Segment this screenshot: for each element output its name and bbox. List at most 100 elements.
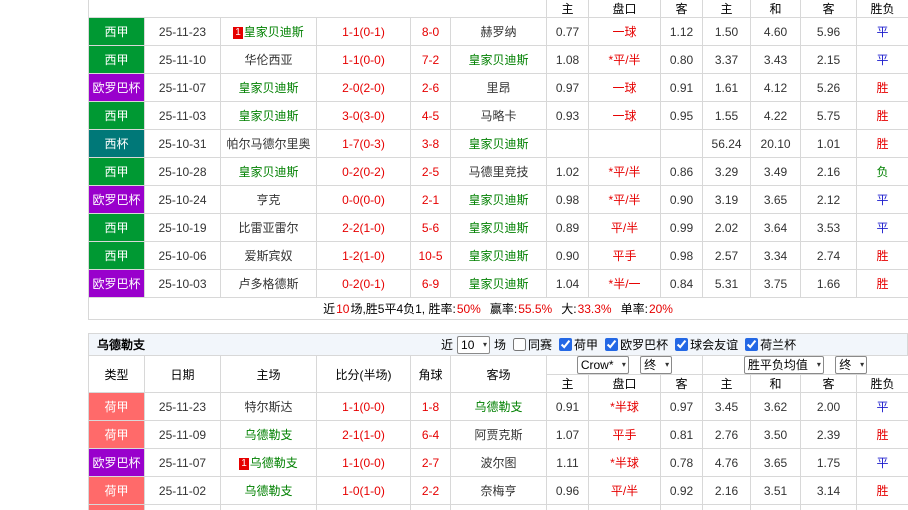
score-link[interactable]: 1-2(1-0) xyxy=(316,241,411,270)
away-team-link[interactable]: 波尔图 xyxy=(480,456,516,470)
summary-label: 大: xyxy=(561,302,577,316)
filter-knvb-cup[interactable]: 荷兰杯 xyxy=(745,336,796,353)
filter-europa-league[interactable]: 欧罗巴杯 xyxy=(605,336,668,353)
corners: 2-7 xyxy=(410,448,451,477)
bookmaker-select[interactable]: Crow* xyxy=(576,356,629,374)
home-team-link[interactable]: 卢多格德斯 xyxy=(238,277,298,291)
away-team-link[interactable]: 皇家贝迪斯 xyxy=(469,137,529,151)
final-euro-select[interactable]: 终 xyxy=(835,356,868,374)
result-cell: 胜 xyxy=(856,129,908,158)
same-competition-checkbox[interactable] xyxy=(513,338,527,351)
home-team-link[interactable]: 华伦西亚 xyxy=(244,53,292,67)
summary-label: 赢率: xyxy=(489,302,518,316)
recent-count-select[interactable]: 10 xyxy=(457,335,491,354)
match-date: 25-11-03 xyxy=(144,101,221,130)
summary-count: 10 xyxy=(336,302,350,316)
corners: 2-1 xyxy=(410,185,451,214)
team-title[interactable]: 乌德勒支 xyxy=(89,336,441,353)
away-team-cell: 马略卡 xyxy=(449,101,548,130)
away-team-cell: 皇家贝迪斯 xyxy=(449,45,548,74)
home-team-link[interactable]: 亨克 xyxy=(256,193,280,207)
score-link[interactable]: 2-0(2-0) xyxy=(316,73,411,102)
col-euro-lose: 客 xyxy=(800,0,858,18)
home-team-link[interactable]: 皇家贝迪斯 xyxy=(238,165,298,179)
final-odds-select[interactable]: 终 xyxy=(640,356,673,374)
home-team-link[interactable]: 比雷亚雷尔 xyxy=(238,221,298,235)
home-team-link[interactable]: 皇家贝迪斯 xyxy=(238,109,298,123)
away-team-cell: 赫罗纳 xyxy=(449,17,548,46)
score-link[interactable]: 1-1(0-0) xyxy=(316,448,411,477)
score-link[interactable]: 2-2(1-0) xyxy=(316,213,411,242)
match-row: 西甲 25-11-03 皇家贝迪斯 3-0(3-0) 4-5 马略卡 0.93 … xyxy=(88,101,908,130)
home-team-link[interactable]: 乌德勒支 xyxy=(250,456,298,470)
summary-row: 近10场,胜5平4负1, 胜率:50% 赢率:55.5% 大:33.3% 单率:20% xyxy=(87,297,908,320)
away-team-cell: 皇家贝迪斯 xyxy=(449,129,548,158)
controls-header-row: 类型 日期 主场 比分(半场) 角球 客场 Crow* ▾ 终 ▾ 胜平负均值 ▾ 终… xyxy=(88,355,908,393)
score-link[interactable]: 1-7(0-3) xyxy=(316,129,411,158)
asian-handicap: *平/半 xyxy=(588,185,662,214)
away-team-link[interactable]: 皇家贝迪斯 xyxy=(469,277,529,291)
away-team-link[interactable]: 里昂 xyxy=(487,81,511,95)
corners: 10-5 xyxy=(410,241,451,270)
euro-win-odds: 5.31 xyxy=(702,269,752,298)
result-cell: 平 xyxy=(856,185,908,214)
away-team-link[interactable]: 奈梅亨 xyxy=(480,484,516,498)
score-link[interactable]: 0-2(0-1) xyxy=(316,269,411,298)
summary-value: 20% xyxy=(648,302,673,316)
euro-lose-odds: 5.26 xyxy=(800,73,858,102)
home-team-link[interactable]: 帕尔马德尔里奥 xyxy=(226,137,310,151)
home-team-cell: 乌德勒支 xyxy=(220,420,317,449)
away-team-link[interactable]: 乌德勒支 xyxy=(474,400,522,414)
home-team-link[interactable]: 皇家贝迪斯 xyxy=(238,81,298,95)
score-link[interactable]: 0-0(0-0) xyxy=(316,185,411,214)
asian-handicap: *平/半 xyxy=(588,45,662,74)
score-link[interactable] xyxy=(316,504,411,510)
league-badge: 欧罗巴杯 xyxy=(88,73,145,102)
filter-eredivisie[interactable]: 荷甲 xyxy=(559,336,598,353)
asian-home-odds: 0.89 xyxy=(546,213,590,242)
away-team-link[interactable]: 皇家贝迪斯 xyxy=(469,249,529,263)
home-team-link[interactable]: 特尔斯达 xyxy=(244,400,292,414)
eredivisie-checkbox[interactable] xyxy=(559,338,573,351)
asian-home-odds: 1.02 xyxy=(546,157,590,186)
score-link[interactable]: 0-2(0-2) xyxy=(316,157,411,186)
score-link[interactable]: 1-1(0-0) xyxy=(316,45,411,74)
away-team-cell: 奈梅亨 xyxy=(450,476,547,505)
away-team-link[interactable]: 赫罗纳 xyxy=(481,25,517,39)
col-asian-away: 客 xyxy=(660,0,704,18)
away-team-link[interactable]: 皇家贝迪斯 xyxy=(469,221,529,235)
knvb-cup-checkbox[interactable] xyxy=(745,338,759,351)
asian-away-odds: 1.12 xyxy=(660,17,704,46)
match-date: 25-11-23 xyxy=(144,392,221,421)
score-link[interactable]: 2-1(1-0) xyxy=(316,420,411,449)
away-team-cell: 波尔图 xyxy=(450,448,547,477)
away-team-link[interactable]: 马德里竞技 xyxy=(469,165,529,179)
score-link[interactable]: 1-1(0-0) xyxy=(316,392,411,421)
club-friendly-checkbox[interactable] xyxy=(675,338,689,351)
asian-home-odds: 0.98 xyxy=(546,185,590,214)
asian-home-odds xyxy=(546,504,589,510)
home-team-link[interactable]: 爱斯宾奴 xyxy=(244,249,292,263)
europa-league-checkbox[interactable] xyxy=(605,338,619,351)
away-team-link[interactable]: 马略卡 xyxy=(481,109,517,123)
result-cell: 平 xyxy=(856,45,908,74)
score-link[interactable]: 1-0(1-0) xyxy=(316,476,411,505)
filter-club-friendly[interactable]: 球会友谊 xyxy=(675,336,738,353)
score-link[interactable]: 1-1(0-1) xyxy=(316,17,411,46)
home-team-link[interactable]: 皇家贝迪斯 xyxy=(244,25,304,39)
avg-odds-select[interactable]: 胜平负均值 xyxy=(743,356,824,374)
away-team-link[interactable]: 皇家贝迪斯 xyxy=(469,53,529,67)
corners: 4-5 xyxy=(410,101,451,130)
away-team-link[interactable]: 阿贾克斯 xyxy=(474,428,522,442)
asian-home-odds: 0.93 xyxy=(546,101,590,130)
home-team-link[interactable]: 乌德勒支 xyxy=(244,484,292,498)
score-link[interactable]: 3-0(3-0) xyxy=(316,101,411,130)
away-team-link[interactable]: 皇家贝迪斯 xyxy=(469,193,529,207)
filter-same-competition[interactable]: 同赛 xyxy=(513,336,552,353)
final-odds-select-wrap: 终 ▾ xyxy=(640,356,673,374)
avg-odds-select-wrap: 胜平负均值 ▾ xyxy=(743,356,824,374)
euro-lose-odds: 5.75 xyxy=(800,101,858,130)
home-team-link[interactable]: 乌德勒支 xyxy=(244,428,292,442)
asian-away-odds xyxy=(660,504,703,510)
match-date: 25-10-24 xyxy=(144,185,221,214)
